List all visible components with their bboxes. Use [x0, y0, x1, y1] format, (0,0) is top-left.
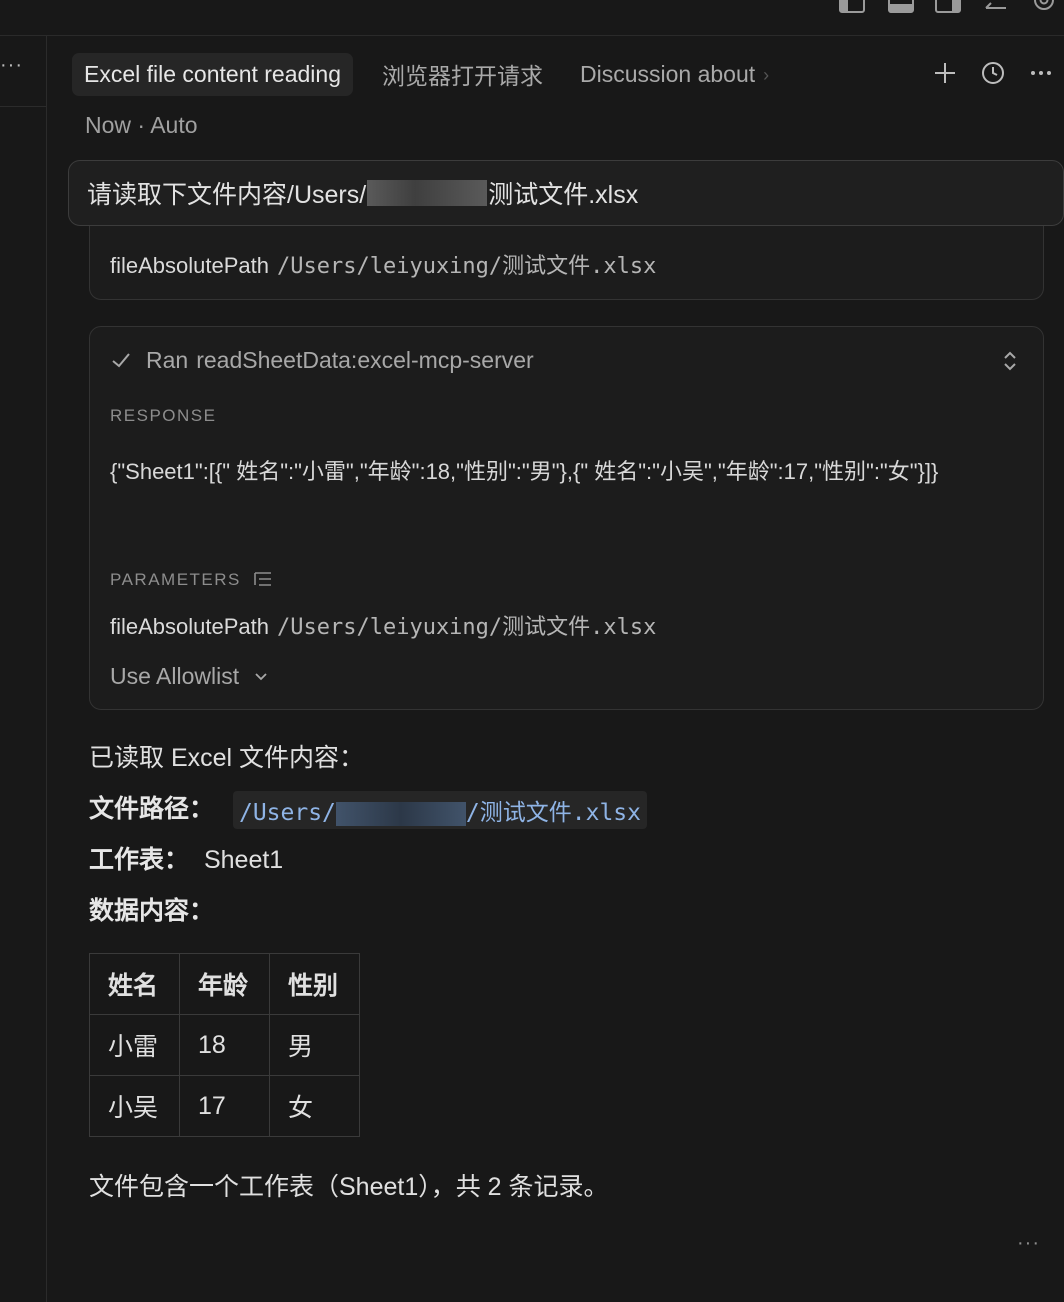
- answer-summary: 文件包含一个工作表（Sheet1），共 2 条记录。: [89, 1173, 609, 1201]
- more-icon[interactable]: ···: [0, 55, 24, 78]
- param-value: /Users/leiyuxing/测试文件.xlsx: [277, 254, 657, 279]
- divider: [0, 106, 47, 107]
- message-meta: Now · Auto: [85, 112, 198, 139]
- allowlist-label: Use Allowlist: [110, 663, 240, 689]
- format-list-icon[interactable]: [253, 571, 273, 587]
- redacted-username: [367, 180, 488, 206]
- column-header-gender: 性别: [269, 953, 360, 1015]
- tool-call-card: Ran readSheetData:excel-mcp-server RESPO…: [89, 326, 1044, 710]
- table-cell: 男: [269, 1014, 360, 1076]
- table-cell: 17: [179, 1075, 270, 1137]
- data-table: 姓名 年龄 性别 小雷 18 男 小吴 17 女: [89, 953, 360, 1137]
- separator: ·: [137, 112, 146, 138]
- parameter-row: fileAbsolutePath/Users/leiyuxing/测试文件.xl…: [110, 248, 656, 280]
- response-json: {"Sheet1":[{" 姓名":"小雷","年龄":18,"性别":"男"}…: [110, 459, 939, 484]
- answer-data-label: 数据内容：: [89, 891, 214, 927]
- message-more-icon[interactable]: ···: [1017, 1232, 1040, 1255]
- model-mode[interactable]: Auto: [150, 112, 197, 138]
- toggle-secondary-sidebar-icon[interactable]: [934, 0, 962, 14]
- header-actions: [928, 56, 1058, 90]
- more-options-icon[interactable]: [1024, 56, 1058, 90]
- answer-file-path: 文件路径： /Users/ /测试文件.xlsx: [89, 789, 647, 830]
- tab-browser-open-request[interactable]: 浏览器打开请求: [370, 53, 555, 96]
- table-row: 小雷 18 男: [89, 1014, 360, 1076]
- table-row: 小吴 17 女: [89, 1075, 360, 1137]
- settings-gear-icon[interactable]: [1030, 0, 1058, 14]
- chevron-right-icon: ›: [763, 64, 770, 85]
- tool-status: Ran: [146, 347, 189, 373]
- prompt-text-prefix: 请读取下文件内容/Users/: [87, 181, 367, 209]
- table-cell: 18: [179, 1014, 270, 1076]
- timestamp: Now: [85, 112, 132, 138]
- chat-tabs: Excel file content reading 浏览器打开请求 Discu…: [72, 52, 777, 96]
- tab-discussion-about[interactable]: Discussion about ›: [568, 53, 777, 96]
- tool-name: readSheetData:excel-mcp-server: [196, 347, 534, 373]
- parameters-header: PARAMETERS: [110, 570, 273, 590]
- data-label: 数据内容：: [89, 897, 215, 925]
- chevron-down-icon: [255, 672, 267, 680]
- path-prefix: /Users/: [238, 800, 336, 827]
- column-header-name: 姓名: [89, 953, 180, 1015]
- answer-sheet: 工作表： Sheet1: [89, 840, 283, 876]
- use-allowlist-dropdown[interactable]: Use Allowlist: [110, 663, 269, 690]
- parameters-label: PARAMETERS: [110, 570, 241, 589]
- new-chat-plus-icon[interactable]: [928, 56, 962, 90]
- path-label: 文件路径：: [89, 795, 215, 823]
- prompt-text-suffix: 测试文件.xlsx: [488, 181, 639, 209]
- table-cell: 小雷: [89, 1014, 180, 1076]
- user-prompt-bubble[interactable]: 请读取下文件内容/Users/测试文件.xlsx: [68, 160, 1064, 226]
- parameter-row: fileAbsolutePath/Users/leiyuxing/测试文件.xl…: [110, 609, 656, 641]
- file-path-code: /Users/ /测试文件.xlsx: [232, 791, 647, 830]
- path-suffix: /测试文件.xlsx: [465, 800, 641, 827]
- tool-call-header[interactable]: Ran readSheetData:excel-mcp-server: [110, 347, 534, 374]
- table-cell: 小吴: [89, 1075, 180, 1137]
- toggle-panel-icon[interactable]: [887, 0, 915, 14]
- sheet-label: 工作表：: [89, 846, 190, 874]
- table-header-row: 姓名 年龄 性别: [89, 953, 360, 1015]
- table-cell: 女: [269, 1075, 360, 1137]
- left-panel-edge: ···: [0, 36, 47, 1302]
- tab-excel-file-content-reading[interactable]: Excel file content reading: [72, 52, 353, 96]
- title-bar: [0, 0, 1064, 36]
- expand-collapse-icon[interactable]: [999, 349, 1021, 373]
- param-name: fileAbsolutePath: [110, 614, 269, 639]
- history-clock-icon[interactable]: [976, 56, 1010, 90]
- redacted-username: [335, 801, 466, 826]
- response-label: RESPONSE: [110, 406, 217, 425]
- tab-label: Discussion about: [580, 60, 756, 87]
- check-icon: [110, 349, 134, 373]
- answer-intro: 已读取 Excel 文件内容：: [89, 744, 365, 772]
- toggle-primary-sidebar-icon[interactable]: [838, 0, 866, 14]
- param-value: /Users/leiyuxing/测试文件.xlsx: [277, 615, 657, 640]
- column-header-age: 年龄: [179, 953, 270, 1015]
- param-name: fileAbsolutePath: [110, 253, 269, 278]
- sheet-value: Sheet1: [203, 846, 284, 874]
- swap-arrows-icon[interactable]: [982, 0, 1010, 14]
